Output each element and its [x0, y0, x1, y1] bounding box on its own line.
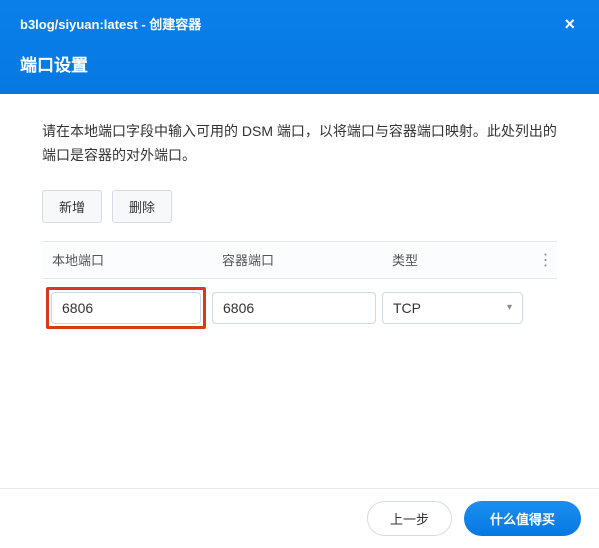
more-icon[interactable]: ⋮ — [538, 250, 553, 270]
column-local-port: 本地端口 — [42, 242, 212, 278]
next-button[interactable]: 什么值得买 — [464, 501, 581, 536]
add-button[interactable]: 新增 — [42, 190, 102, 223]
prev-button[interactable]: 上一步 — [367, 501, 452, 536]
dialog-header: b3log/siyuan:latest - 创建容器 × 端口设置 — [0, 0, 599, 94]
chevron-down-icon: ▾ — [507, 302, 512, 313]
column-menu[interactable]: ⋮ — [533, 242, 557, 278]
dialog-body: 请在本地端口字段中输入可用的 DSM 端口，以将端口与容器端口映射。此处列出的端… — [0, 94, 599, 357]
highlight-annotation — [46, 287, 206, 329]
dialog-title: b3log/siyuan:latest - 创建容器 — [20, 14, 201, 33]
action-buttons: 新增 删除 — [42, 190, 557, 223]
table-row: TCP ▾ — [42, 279, 557, 337]
column-container-port: 容器端口 — [212, 242, 382, 278]
description-text: 请在本地端口字段中输入可用的 DSM 端口，以将端口与容器端口映射。此处列出的端… — [42, 120, 557, 168]
type-select[interactable]: TCP ▾ — [382, 292, 523, 324]
container-port-input[interactable] — [212, 292, 376, 324]
local-port-input[interactable] — [51, 292, 201, 324]
type-select-value: TCP — [393, 300, 421, 316]
title-bar: b3log/siyuan:latest - 创建容器 × — [20, 14, 579, 33]
dialog-footer: 上一步 什么值得买 — [0, 488, 599, 548]
table-header: 本地端口 容器端口 类型 ⋮ — [42, 241, 557, 279]
delete-button[interactable]: 删除 — [112, 190, 172, 223]
close-icon[interactable]: × — [560, 17, 579, 31]
section-heading: 端口设置 — [20, 51, 579, 76]
column-type: 类型 — [382, 242, 533, 278]
